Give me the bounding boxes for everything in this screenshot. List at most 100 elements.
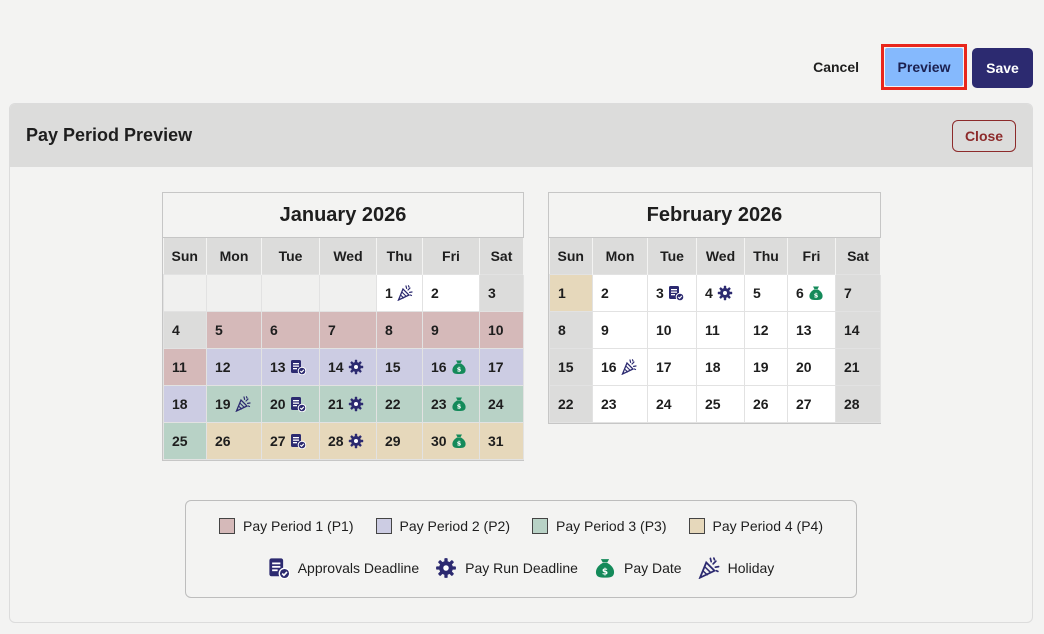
calendar-day-cell[interactable]: 27 [261, 421, 320, 460]
payrun-icon [717, 285, 733, 301]
calendar-day-cell[interactable]: 2 [592, 273, 648, 312]
calendar-day-cell[interactable]: 17 [479, 347, 524, 386]
calendar-february: February 2026 Sun Mon Tue Wed Thu Fri Sat 1234… [548, 192, 881, 424]
legend-item-p1: Pay Period 1 (P1) [219, 518, 354, 534]
day-number: 14 [844, 322, 860, 339]
calendar-day-cell[interactable]: 12 [744, 310, 788, 349]
calendar-day-cell[interactable]: 6 [261, 310, 320, 349]
calendar-day-cell[interactable]: 17 [647, 347, 697, 386]
calendar-day-cell[interactable]: 3 [647, 273, 697, 312]
calendar-day-cell[interactable]: 8 [376, 310, 423, 349]
day-number: 6 [270, 322, 278, 339]
preview-button[interactable]: Preview [885, 48, 963, 86]
calendar-day-cell[interactable]: 25 [163, 421, 207, 460]
calendar-day-cell[interactable]: 22 [376, 384, 423, 423]
day-number: 1 [385, 285, 393, 302]
svg-text:$: $ [456, 440, 461, 448]
calendar-day-cell[interactable]: 28 [835, 384, 881, 423]
calendar-day-cell[interactable]: 7 [835, 273, 881, 312]
day-number: 12 [215, 359, 231, 376]
calendar-day-cell[interactable]: 16 $ [422, 347, 480, 386]
swatch-p1 [219, 518, 235, 534]
calendar-day-cell[interactable]: 9 [592, 310, 648, 349]
calendar-day-cell[interactable]: 30 $ [422, 421, 480, 460]
calendar-day-cell[interactable]: 13 [261, 347, 320, 386]
calendar-day-cell[interactable]: 1 [549, 273, 593, 312]
day-number: 25 [705, 396, 721, 413]
calendar-day-cell[interactable]: 23 $ [422, 384, 480, 423]
calendar-day-cell[interactable]: 3 [479, 273, 524, 312]
calendar-day-cell[interactable]: 26 [206, 421, 262, 460]
calendar-day-cell[interactable]: 6 $ [787, 273, 836, 312]
calendar-day-cell[interactable]: 5 [206, 310, 262, 349]
calendar-day-cell[interactable]: 10 [479, 310, 524, 349]
calendar-day-cell[interactable]: 27 [787, 384, 836, 423]
payrun-icon [348, 359, 364, 375]
payrun-icon [348, 433, 364, 449]
calendar-empty-cell [261, 273, 320, 312]
calendar-week-row: 18 19 20 21 22 23 $24 [163, 384, 524, 423]
calendar-day-cell[interactable]: 22 [549, 384, 593, 423]
day-number: 22 [558, 396, 574, 413]
calendar-day-cell[interactable]: 13 [787, 310, 836, 349]
calendar-day-cell[interactable]: 4 [163, 310, 207, 349]
holiday-icon [234, 396, 251, 413]
calendar-day-cell[interactable]: 20 [787, 347, 836, 386]
calendar-day-cell[interactable]: 23 [592, 384, 648, 423]
calendar-day-cell[interactable]: 24 [479, 384, 524, 423]
calendar-day-cell[interactable]: 11 [696, 310, 745, 349]
day-number: 1 [558, 285, 566, 302]
calendar-day-cell[interactable]: 15 [376, 347, 423, 386]
paydate-icon: $ [451, 396, 467, 412]
save-button[interactable]: Save [972, 47, 1033, 88]
calendar-day-cell[interactable]: 8 [549, 310, 593, 349]
legend-label: Approvals Deadline [297, 560, 420, 576]
holiday-icon [697, 557, 720, 580]
calendar-day-cell[interactable]: 31 [479, 421, 524, 460]
legend-item-p4: Pay Period 4 (P4) [688, 518, 823, 534]
day-number: 12 [753, 322, 769, 339]
calendar-day-cell[interactable]: 4 [696, 273, 745, 312]
day-number: 17 [656, 359, 672, 376]
legend: Pay Period 1 (P1) Pay Period 2 (P2) Pay … [185, 500, 857, 598]
calendar-day-cell[interactable]: 9 [422, 310, 480, 349]
calendar-day-cell[interactable]: 12 [206, 347, 262, 386]
calendar-day-cell[interactable]: 28 [319, 421, 377, 460]
calendar-day-cell[interactable]: 20 [261, 384, 320, 423]
calendar-day-cell[interactable]: 1 [376, 273, 423, 312]
calendar-day-cell[interactable]: 29 [376, 421, 423, 460]
calendar-day-cell[interactable]: 21 [319, 384, 377, 423]
day-number: 11 [705, 322, 720, 339]
day-number: 25 [172, 433, 188, 450]
calendar-day-cell[interactable]: 14 [835, 310, 881, 349]
calendar-day-cell[interactable]: 19 [206, 384, 262, 423]
day-number: 31 [488, 433, 504, 450]
calendar-day-cell[interactable]: 26 [744, 384, 788, 423]
day-number: 27 [270, 433, 286, 450]
legend-label: Pay Run Deadline [465, 560, 578, 576]
calendar-day-cell[interactable]: 19 [744, 347, 788, 386]
paydate-icon: $ [808, 285, 824, 301]
calendar-day-cell[interactable]: 16 [592, 347, 648, 386]
calendar-day-cell[interactable]: 11 [163, 347, 207, 386]
calendar-day-cell[interactable]: 15 [549, 347, 593, 386]
calendar-week-row: 1 2 3 [163, 273, 524, 312]
calendar-day-cell[interactable]: 21 [835, 347, 881, 386]
calendar-day-cell[interactable]: 7 [319, 310, 377, 349]
cancel-button[interactable]: Cancel [813, 59, 859, 75]
paydate-icon: $ [451, 433, 467, 449]
calendar-day-cell[interactable]: 10 [647, 310, 697, 349]
calendar-day-cell[interactable]: 2 [422, 273, 480, 312]
calendar-day-cell[interactable]: 25 [696, 384, 745, 423]
calendar-day-cell[interactable]: 5 [744, 273, 788, 312]
day-number: 10 [656, 322, 672, 339]
legend-item-holiday: Holiday [697, 557, 774, 580]
calendar-day-cell[interactable]: 18 [696, 347, 745, 386]
legend-item-payrun: Pay Run Deadline [435, 557, 578, 579]
calendar-day-cell[interactable]: 18 [163, 384, 207, 423]
calendar-day-cell[interactable]: 24 [647, 384, 697, 423]
calendar-empty-cell [319, 273, 377, 312]
close-button[interactable]: Close [952, 119, 1016, 152]
calendar-day-cell[interactable]: 14 [319, 347, 377, 386]
weekday-header: Wed [319, 238, 377, 274]
